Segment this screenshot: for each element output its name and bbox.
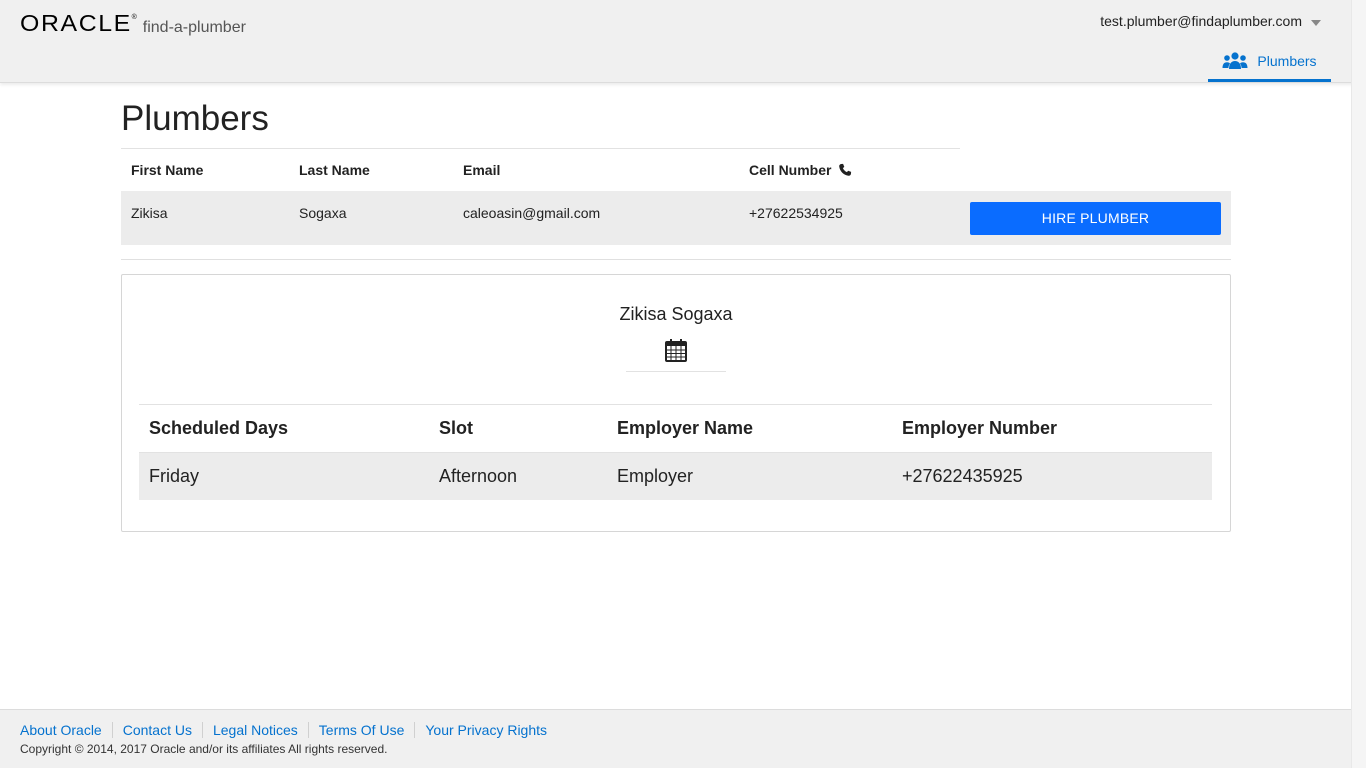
chevron-down-icon[interactable] bbox=[1311, 19, 1321, 26]
phone-icon bbox=[839, 163, 852, 176]
schedule-table: Scheduled Days Slot Employer Name Employ… bbox=[139, 404, 1212, 500]
cell-day: Friday bbox=[139, 452, 429, 500]
column-header: Slot bbox=[429, 404, 607, 453]
app-name: find-a-plumber bbox=[142, 19, 246, 36]
column-header-label: Cell Number bbox=[749, 161, 832, 178]
column-header: Employer Number bbox=[892, 404, 1212, 453]
cell-cell-number: +27622534925 bbox=[739, 190, 960, 245]
column-header: Employer Name bbox=[607, 404, 892, 453]
column-header: Scheduled Days bbox=[139, 404, 429, 453]
people-icon bbox=[1222, 51, 1248, 69]
calendar-icon[interactable] bbox=[664, 338, 688, 362]
footer-link-privacy-rights[interactable]: Your Privacy Rights bbox=[414, 722, 557, 738]
page-title: Plumbers bbox=[121, 99, 269, 138]
table-header-row: First Name Last Name Email Cell Number bbox=[121, 148, 1231, 191]
plumber-name: Zikisa Sogaxa bbox=[619, 304, 733, 324]
cell-employer-number: +27622435925 bbox=[892, 452, 1212, 500]
oracle-logo[interactable]: ORACLE bbox=[20, 10, 132, 37]
table-header-row: Scheduled Days Slot Employer Name Employ… bbox=[139, 404, 1212, 453]
card-title-underline bbox=[626, 371, 726, 372]
user-email[interactable]: test.plumber@findaplumber.com bbox=[1100, 13, 1302, 29]
cell-slot: Afternoon bbox=[429, 452, 607, 500]
plumber-table: First Name Last Name Email Cell Number Z… bbox=[121, 148, 1231, 245]
schedule-card: Zikisa Sogaxa Scheduled Days Slot Employ bbox=[121, 274, 1231, 532]
footer-link-contact-us[interactable]: Contact Us bbox=[111, 722, 202, 738]
cell-first-name: Zikisa bbox=[121, 190, 289, 245]
registered-mark: ® bbox=[131, 14, 137, 21]
footer-links: About Oracle Contact Us Legal Notices Te… bbox=[20, 722, 557, 738]
column-header-cell-number: Cell Number bbox=[739, 148, 960, 191]
brand: ORACLE ® find-a-plumber bbox=[20, 10, 246, 37]
section-divider bbox=[121, 259, 1231, 260]
column-header: Last Name bbox=[289, 148, 453, 191]
column-header-action bbox=[960, 149, 1231, 191]
app-header: ORACLE ® find-a-plumber test.plumber@fin… bbox=[0, 0, 1366, 83]
cell-employer-name: Employer bbox=[607, 452, 892, 500]
column-header: First Name bbox=[121, 148, 289, 191]
footer-link-legal-notices[interactable]: Legal Notices bbox=[201, 722, 308, 738]
table-row: Friday Afternoon Employer +27622435925 bbox=[139, 452, 1212, 500]
cell-email: caleoasin@gmail.com bbox=[453, 190, 739, 245]
tab-plumbers[interactable]: Plumbers bbox=[1208, 46, 1331, 82]
footer-link-terms-of-use[interactable]: Terms Of Use bbox=[307, 722, 415, 738]
cell-action: HIRE PLUMBER bbox=[960, 190, 1231, 245]
app-footer: About Oracle Contact Us Legal Notices Te… bbox=[0, 709, 1351, 768]
hire-plumber-button[interactable]: HIRE PLUMBER bbox=[970, 201, 1221, 235]
column-header: Email bbox=[453, 148, 739, 191]
cell-last-name: Sogaxa bbox=[289, 190, 453, 245]
scrollbar[interactable] bbox=[1351, 0, 1366, 768]
tab-plumbers-label: Plumbers bbox=[1257, 53, 1317, 69]
table-row: Zikisa Sogaxa caleoasin@gmail.com +27622… bbox=[121, 190, 1231, 245]
footer-link-about-oracle[interactable]: About Oracle bbox=[20, 722, 112, 738]
user-menu[interactable]: test.plumber@findaplumber.com bbox=[1100, 13, 1321, 29]
copyright: Copyright © 2014, 2017 Oracle and/or its… bbox=[20, 742, 388, 756]
